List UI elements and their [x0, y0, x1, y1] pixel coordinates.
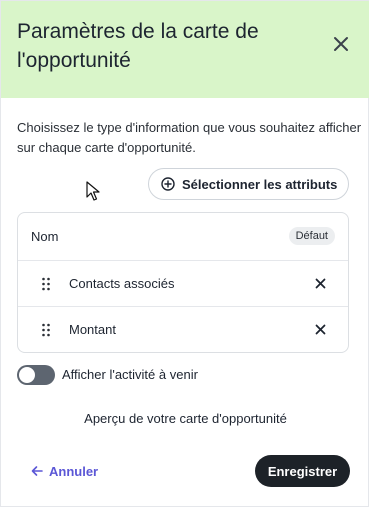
- preview-title: Aperçu de votre carte d'opportunité: [84, 411, 287, 426]
- select-attributes-button[interactable]: Sélectionner les attributs: [148, 168, 349, 200]
- cancel-label: Annuler: [49, 463, 99, 479]
- drag-handle-icon[interactable]: [41, 323, 51, 337]
- save-button[interactable]: Enregistrer: [255, 455, 350, 487]
- field-row: Montant: [18, 306, 348, 352]
- remove-field-icon[interactable]: [315, 324, 326, 335]
- panel-header: Paramètres de la carte de l'opportunité: [1, 1, 369, 98]
- mouse-cursor-icon: [86, 181, 100, 201]
- remove-field-icon[interactable]: [315, 278, 326, 289]
- drag-handle-icon[interactable]: [41, 277, 51, 291]
- opportunity-card-settings-panel: Paramètres de la carte de l'opportunité …: [0, 0, 369, 507]
- field-label: Contacts associés: [69, 276, 175, 291]
- card-fields-list: Nom Défaut Contacts associés Montant: [17, 212, 349, 353]
- upcoming-activity-label: Afficher l'activité à venir: [62, 367, 198, 382]
- field-row: Contacts associés: [18, 260, 348, 306]
- select-attributes-label: Sélectionner les attributs: [182, 176, 338, 192]
- description-text: Choisissez le type d'information que vou…: [17, 120, 362, 155]
- plus-circle-icon: [161, 177, 175, 191]
- close-icon[interactable]: [332, 35, 350, 53]
- default-badge: Défaut: [288, 227, 335, 245]
- arrow-left-icon: [31, 466, 43, 476]
- toggle-knob: [19, 367, 35, 383]
- panel-title: Paramètres de la carte de l'opportunité: [17, 20, 259, 72]
- upcoming-activity-toggle[interactable]: [17, 365, 55, 385]
- field-name-label: Nom: [31, 228, 59, 244]
- cancel-button[interactable]: Annuler: [31, 461, 98, 481]
- field-row-name: Nom Défaut: [18, 213, 348, 259]
- field-label: Montant: [69, 322, 116, 337]
